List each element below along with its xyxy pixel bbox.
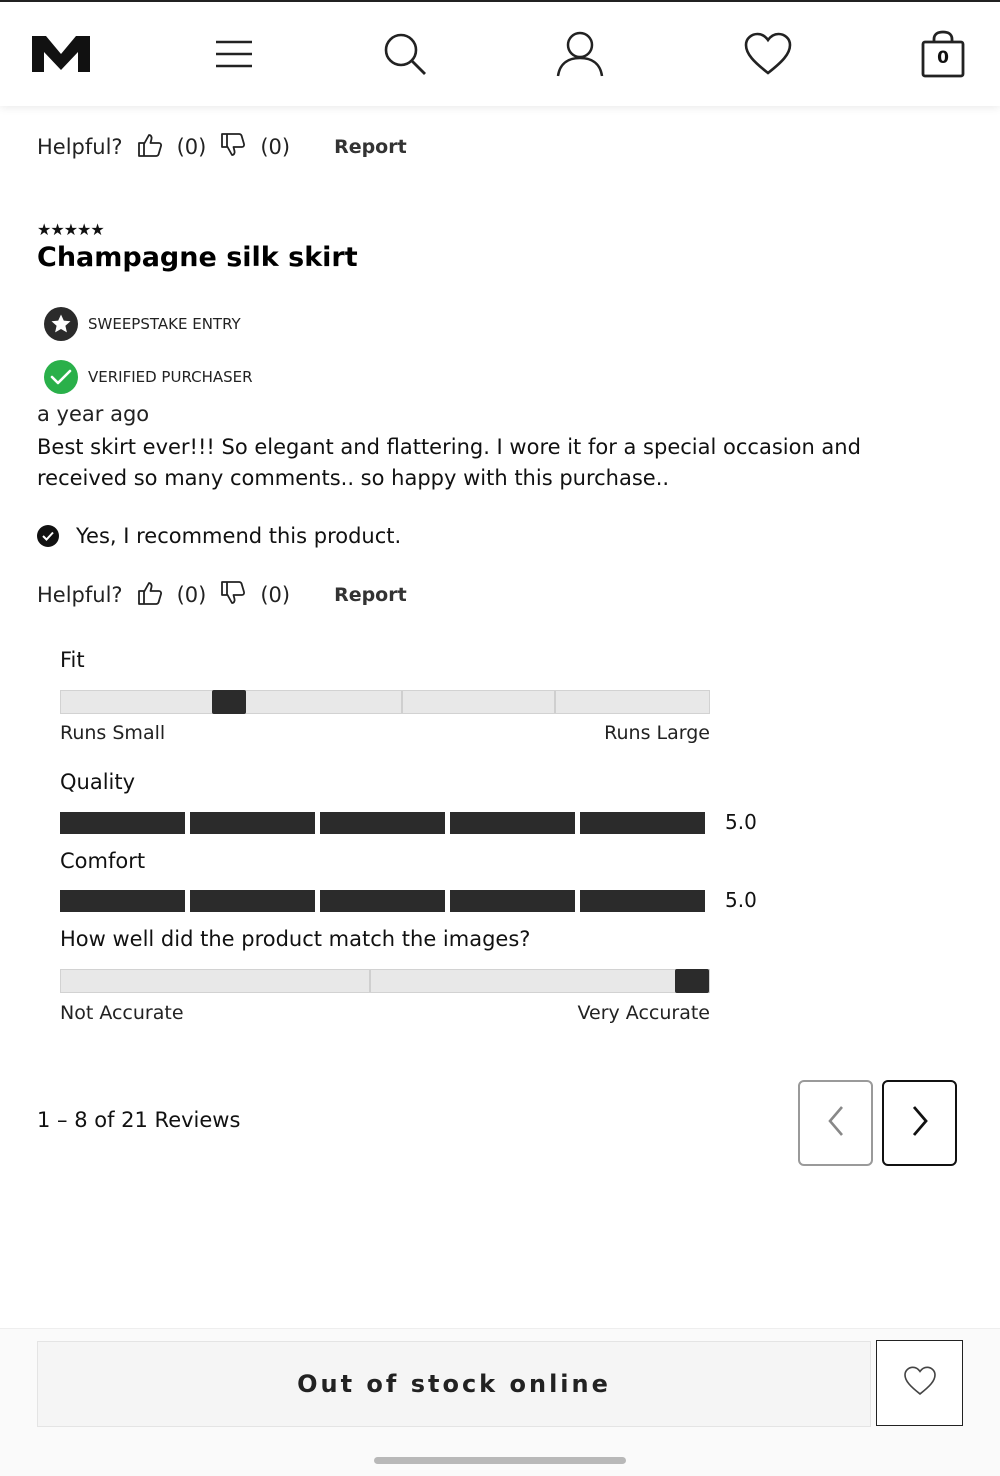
thumbs-up-icon[interactable] — [137, 580, 163, 611]
bag-count-badge: 0 — [937, 48, 949, 68]
slider-divider — [554, 691, 556, 713]
recommend-row: Yes, I recommend this product. — [37, 522, 401, 550]
recommend-text: Yes, I recommend this product. — [76, 524, 402, 548]
quality-bar — [60, 812, 705, 834]
verified-check-icon — [44, 360, 78, 394]
badge-label: SWEEPSTAKE ENTRY — [88, 315, 241, 333]
image-match-slider-marker — [675, 969, 709, 993]
rating-segment — [450, 890, 575, 912]
report-link[interactable]: Report — [334, 584, 407, 606]
rating-segment — [580, 812, 705, 834]
quality-score: 5.0 — [725, 810, 757, 834]
rating-segment — [320, 890, 445, 912]
star-badge-icon — [44, 307, 78, 341]
fit-max-label: Runs Large — [604, 722, 710, 744]
rating-segment — [190, 890, 315, 912]
m-logo-icon[interactable] — [28, 28, 94, 80]
helpful-label: Helpful? — [37, 135, 123, 159]
badge-label: VERIFIED PURCHASER — [88, 368, 253, 386]
report-link[interactable]: Report — [334, 136, 407, 158]
rating-segment — [580, 890, 705, 912]
fit-slider-marker — [212, 690, 247, 714]
heart-icon[interactable] — [740, 28, 796, 80]
chevron-right-icon — [910, 1104, 930, 1142]
image-match-label: How well did the product match the image… — [60, 927, 531, 951]
user-icon[interactable] — [552, 28, 608, 80]
search-icon[interactable] — [377, 28, 433, 80]
rating-segment — [320, 812, 445, 834]
review-time: a year ago — [37, 402, 150, 426]
thumbs-down-icon[interactable] — [220, 580, 246, 611]
helpful-row: Helpful? (0) (0) Report — [37, 130, 407, 164]
rating-segment — [450, 812, 575, 834]
quality-label: Quality — [60, 770, 136, 794]
comfort-bar — [60, 890, 705, 912]
helpful-row: Helpful? (0) (0) Report — [37, 578, 407, 612]
star-rating: ★★★★★ — [37, 220, 105, 239]
sweepstake-badge: SWEEPSTAKE ENTRY — [44, 307, 241, 341]
fit-min-label: Runs Small — [60, 722, 166, 744]
out-of-stock-button[interactable]: Out of stock online — [37, 1341, 871, 1427]
wishlist-button[interactable] — [876, 1340, 963, 1426]
chevron-left-icon — [826, 1104, 846, 1142]
slider-divider — [401, 691, 403, 713]
site-header: 0 — [0, 2, 1000, 106]
image-match-slider — [60, 969, 710, 993]
thumbs-down-icon[interactable] — [220, 132, 246, 163]
previous-page-button[interactable] — [798, 1080, 873, 1166]
comfort-label: Comfort — [60, 849, 146, 873]
helpful-up-count: (0) — [176, 583, 207, 607]
rating-segment — [190, 812, 315, 834]
helpful-up-count: (0) — [176, 135, 207, 159]
image-match-max-label: Very Accurate — [577, 1002, 711, 1024]
rating-segment — [60, 812, 185, 834]
shopping-bag-icon[interactable]: 0 — [915, 28, 971, 80]
home-indicator — [374, 1457, 626, 1464]
hamburger-menu-icon[interactable] — [206, 28, 262, 80]
pagination-summary: 1 – 8 of 21 Reviews — [37, 1108, 241, 1132]
fit-label: Fit — [60, 648, 85, 672]
verified-badge: VERIFIED PURCHASER — [44, 360, 253, 394]
helpful-label: Helpful? — [37, 583, 123, 607]
helpful-down-count: (0) — [260, 583, 291, 607]
fit-slider — [60, 690, 710, 714]
review-title: Champagne silk skirt — [37, 242, 358, 273]
helpful-down-count: (0) — [260, 135, 291, 159]
review-body: Best skirt ever!!! So elegant and flatte… — [37, 435, 861, 490]
rating-segment — [60, 890, 185, 912]
slider-divider — [369, 970, 371, 992]
check-circle-icon — [37, 525, 59, 547]
heart-icon — [903, 1366, 937, 1400]
next-page-button[interactable] — [882, 1080, 957, 1166]
comfort-score: 5.0 — [725, 888, 757, 912]
image-match-min-label: Not Accurate — [60, 1002, 184, 1024]
thumbs-up-icon[interactable] — [137, 132, 163, 163]
